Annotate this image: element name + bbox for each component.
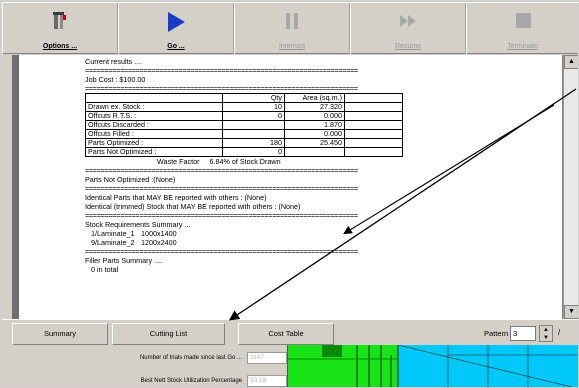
- table-cell: [344, 138, 403, 148]
- tools-icon: [51, 11, 69, 33]
- stock-item: 9/Laminate_2 1200x2400: [85, 238, 505, 247]
- separator-line: ========================================…: [85, 84, 358, 93]
- scroll-down-arrow-icon[interactable]: ▼: [564, 305, 578, 319]
- stock-item-size: 1000x1400: [141, 229, 177, 238]
- stock-item-name: 9/Laminate_2: [91, 238, 135, 247]
- separator-line: ========================================…: [85, 247, 358, 256]
- interrupt-button[interactable]: Interrupt: [234, 2, 350, 54]
- terminate-button[interactable]: Terminate: [466, 2, 578, 54]
- play-icon: [166, 11, 186, 35]
- table-header-cell: [344, 93, 403, 103]
- spin-up-icon[interactable]: ▲: [540, 326, 552, 334]
- waste-factor: Waste Factor 6.84% of Stock Drawn: [157, 157, 281, 166]
- table-cell: 0: [222, 111, 285, 121]
- table-cell: 0: [222, 147, 285, 157]
- table-cell: [344, 147, 403, 157]
- spin-down-icon[interactable]: ▼: [540, 334, 552, 342]
- table-cell: [284, 147, 345, 157]
- utilization-value: 93.16: [247, 375, 287, 387]
- stop-icon: [514, 11, 532, 33]
- separator-line: ========================================…: [85, 66, 358, 75]
- go-button[interactable]: Go ...: [118, 2, 234, 54]
- filler-parts-heading: Filler Parts Summary ....: [85, 256, 163, 265]
- terminate-button-label: Terminate: [507, 43, 538, 50]
- pattern-label: Pattern: [484, 329, 509, 338]
- toolbar: Options ... Go ... Interrupt Resume Term…: [2, 2, 578, 54]
- trials-label: Number of trials made since last Go ...: [139, 355, 242, 361]
- report-content: Current results .... ===================…: [85, 57, 505, 274]
- results-table: Qty Area (sq.m.) Drawn ex. Stock : 10 27…: [85, 93, 403, 157]
- resume-button-label: Resume: [394, 43, 422, 50]
- stock-summary-heading: Stock Requirements Summary ...: [85, 220, 191, 229]
- identical-parts-text: Identical Parts that MAY BE reported wit…: [85, 193, 267, 202]
- cutting-pattern-preview[interactable]: [287, 345, 578, 387]
- separator-line: ========================================…: [85, 211, 358, 220]
- table-cell: [222, 120, 285, 130]
- table-cell: [344, 111, 403, 121]
- parts-not-optimized-text: Parts Not Optimized :(None): [85, 175, 176, 184]
- table-cell: [344, 102, 403, 112]
- table-cell: 25.450: [284, 138, 345, 148]
- separator-line: ========================================…: [85, 184, 358, 193]
- table-cell: 10: [222, 102, 285, 112]
- cutting-optimizer-window: Options ... Go ... Interrupt Resume Term…: [0, 0, 579, 388]
- table-cell: Parts Not Optimized :: [85, 147, 223, 157]
- go-button-label: Go ...: [167, 43, 185, 50]
- interrupt-button-label: Interrupt: [278, 43, 306, 50]
- pattern-spinner[interactable]: ▲ ▼: [539, 325, 553, 342]
- identical-stock-text: Identical (trimmed) Stock that MAY BE re…: [85, 202, 301, 211]
- table-cell: [344, 120, 403, 130]
- report-left-strip: [12, 55, 19, 319]
- results-report[interactable]: Current results .... ===================…: [19, 55, 563, 319]
- scroll-up-arrow-icon[interactable]: ▲: [564, 55, 578, 69]
- fast-forward-icon: [398, 11, 418, 33]
- options-button[interactable]: Options ...: [2, 2, 118, 54]
- report-vertical-scrollbar[interactable]: ▲ ▼: [563, 55, 578, 319]
- stock-item-name: 1/Laminate_1: [91, 229, 135, 238]
- pattern-drawing: [288, 345, 578, 387]
- optimization-stats: Number of trials made since last Go ... …: [2, 345, 287, 387]
- utilization-label: Best Nett Stock Utilization Percentage: [140, 378, 242, 384]
- resume-button[interactable]: Resume: [350, 2, 466, 54]
- trials-value: 1147: [247, 352, 287, 364]
- table-cell: [344, 129, 403, 139]
- stock-item: 1/Laminate_1 1000x1400: [85, 229, 505, 238]
- summary-button[interactable]: Summary: [12, 323, 108, 345]
- table-cell: 180: [222, 138, 285, 148]
- view-button-bar: Summary Cutting List Cost Table Pattern …: [2, 319, 578, 345]
- separator-line: ========================================…: [85, 166, 358, 175]
- cost-table-button[interactable]: Cost Table: [238, 323, 334, 345]
- filler-total: 0 in total: [91, 265, 119, 274]
- table-row: Parts Not Optimized : 0: [85, 147, 403, 157]
- options-button-label: Options ...: [42, 43, 78, 50]
- pause-icon: [283, 11, 301, 33]
- cutting-list-button[interactable]: Cutting List: [112, 323, 225, 345]
- stock-item-size: 1200x2400: [141, 238, 177, 247]
- job-cost: Job Cost : $100.00: [85, 75, 146, 84]
- current-results-heading: Current results ....: [85, 57, 143, 66]
- pattern-separator: /: [558, 328, 561, 337]
- pattern-number-input[interactable]: 3: [510, 326, 536, 341]
